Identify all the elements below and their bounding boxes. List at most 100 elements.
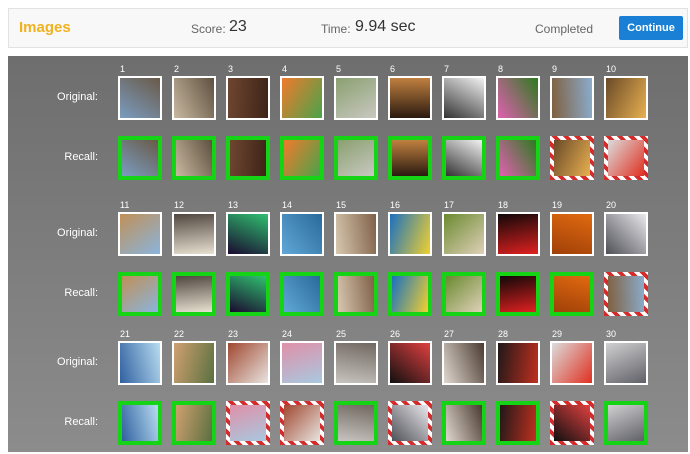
street-sunset-image bbox=[552, 78, 592, 118]
kite-streamers-image bbox=[120, 343, 160, 383]
original-tile bbox=[604, 212, 648, 256]
original-tile bbox=[226, 341, 270, 385]
continue-button[interactable]: Continue bbox=[619, 16, 683, 40]
score-label: Score: bbox=[191, 22, 226, 36]
image-number: 30 bbox=[606, 329, 617, 339]
recall-tile-correct bbox=[550, 272, 594, 316]
blossom-bokeh-image bbox=[230, 405, 266, 441]
image-number: 14 bbox=[282, 200, 293, 210]
original-tile bbox=[334, 212, 378, 256]
image-number: 27 bbox=[444, 329, 455, 339]
knight-armor-image bbox=[606, 343, 646, 383]
image-number: 11 bbox=[120, 200, 130, 210]
recall-tile-correct bbox=[334, 401, 378, 445]
original-tile bbox=[280, 212, 324, 256]
original-tile bbox=[442, 76, 486, 120]
recall-tile-correct bbox=[118, 272, 162, 316]
man-portrait-image bbox=[446, 405, 482, 441]
kite-streamers-image bbox=[122, 405, 158, 441]
harbor-boats-image bbox=[120, 78, 160, 118]
image-number: 9 bbox=[552, 64, 558, 74]
jumping-person-image bbox=[392, 405, 428, 441]
original-tile bbox=[550, 76, 594, 120]
original-tile bbox=[118, 341, 162, 385]
time-label: Time: bbox=[321, 22, 351, 36]
original-tile bbox=[118, 76, 162, 120]
results-panel: 1 2 3 4 5 6 7 8 9 10 Original: Recall: 11 12 13 14 15 16 1… bbox=[8, 56, 688, 452]
cactus-flowers-image bbox=[174, 343, 214, 383]
brick-wall-image bbox=[228, 78, 268, 118]
image-number: 7 bbox=[444, 64, 450, 74]
image-number: 18 bbox=[498, 200, 509, 210]
recall-tile-correct bbox=[388, 136, 432, 180]
recall-row-label: Recall: bbox=[64, 151, 98, 163]
image-number: 24 bbox=[282, 329, 293, 339]
image-number: 21 bbox=[120, 329, 131, 339]
original-tile bbox=[604, 341, 648, 385]
smartphone-image bbox=[444, 78, 484, 118]
sunset-field-image bbox=[392, 140, 428, 176]
image-number: 22 bbox=[174, 329, 185, 339]
recall-row-label: Recall: bbox=[64, 287, 98, 299]
image-number: 17 bbox=[444, 200, 455, 210]
dancers-image bbox=[498, 343, 538, 383]
tangerines-image bbox=[554, 276, 590, 312]
recall-tile-wrong bbox=[550, 401, 594, 445]
original-tile bbox=[226, 76, 270, 120]
recall-tile-wrong bbox=[550, 136, 594, 180]
recall-tile-correct bbox=[280, 272, 324, 316]
sleeping-dog-image bbox=[444, 214, 484, 254]
original-tile bbox=[442, 212, 486, 256]
recall-tile-correct bbox=[496, 136, 540, 180]
original-tile bbox=[334, 341, 378, 385]
image-number: 26 bbox=[390, 329, 401, 339]
original-tile bbox=[172, 341, 216, 385]
original-tile bbox=[388, 341, 432, 385]
sphinx-image bbox=[120, 214, 160, 254]
red-tomatoes-image bbox=[552, 343, 592, 383]
recall-tile-correct bbox=[118, 136, 162, 180]
aurora-image bbox=[228, 214, 268, 254]
patio-sofa-image bbox=[336, 78, 376, 118]
red-tomatoes-image bbox=[608, 140, 644, 176]
original-tile bbox=[496, 76, 540, 120]
recall-tile-correct bbox=[442, 272, 486, 316]
spinning-top-image bbox=[554, 405, 590, 441]
original-tile bbox=[388, 76, 432, 120]
recall-tile-wrong bbox=[604, 272, 648, 316]
blossom-bokeh-image bbox=[282, 343, 322, 383]
image-number: 6 bbox=[390, 64, 396, 74]
smartphone-image bbox=[446, 140, 482, 176]
original-tile bbox=[388, 212, 432, 256]
original-tile bbox=[604, 76, 648, 120]
recall-tile-correct bbox=[172, 401, 216, 445]
original-tile bbox=[496, 212, 540, 256]
desert-sun-image bbox=[554, 140, 590, 176]
original-row-label: Original: bbox=[57, 91, 98, 103]
spinning-top-image bbox=[390, 343, 430, 383]
tangerines-image bbox=[552, 214, 592, 254]
recall-tile-correct bbox=[334, 272, 378, 316]
spoon-closeup-image bbox=[338, 405, 374, 441]
image-number: 1 bbox=[120, 64, 126, 74]
red-light-image bbox=[500, 276, 536, 312]
original-tile bbox=[496, 341, 540, 385]
image-number: 23 bbox=[228, 329, 239, 339]
patio-sofa-image bbox=[338, 140, 374, 176]
wallaby-image bbox=[176, 140, 212, 176]
red-light-image bbox=[498, 214, 538, 254]
street-sunset-image bbox=[608, 276, 644, 312]
original-tile bbox=[172, 212, 216, 256]
original-row-label: Original: bbox=[57, 227, 98, 239]
image-number: 3 bbox=[228, 64, 234, 74]
recall-tile-wrong bbox=[280, 401, 324, 445]
recall-tile-wrong bbox=[604, 136, 648, 180]
swimmer-image bbox=[390, 214, 430, 254]
tennis-net-image bbox=[284, 405, 320, 441]
image-number: 29 bbox=[552, 329, 563, 339]
recall-tile-correct bbox=[172, 272, 216, 316]
wallaby-image bbox=[174, 78, 214, 118]
spoon-closeup-image bbox=[336, 343, 376, 383]
image-number: 8 bbox=[498, 64, 504, 74]
image-number: 10 bbox=[606, 64, 617, 74]
